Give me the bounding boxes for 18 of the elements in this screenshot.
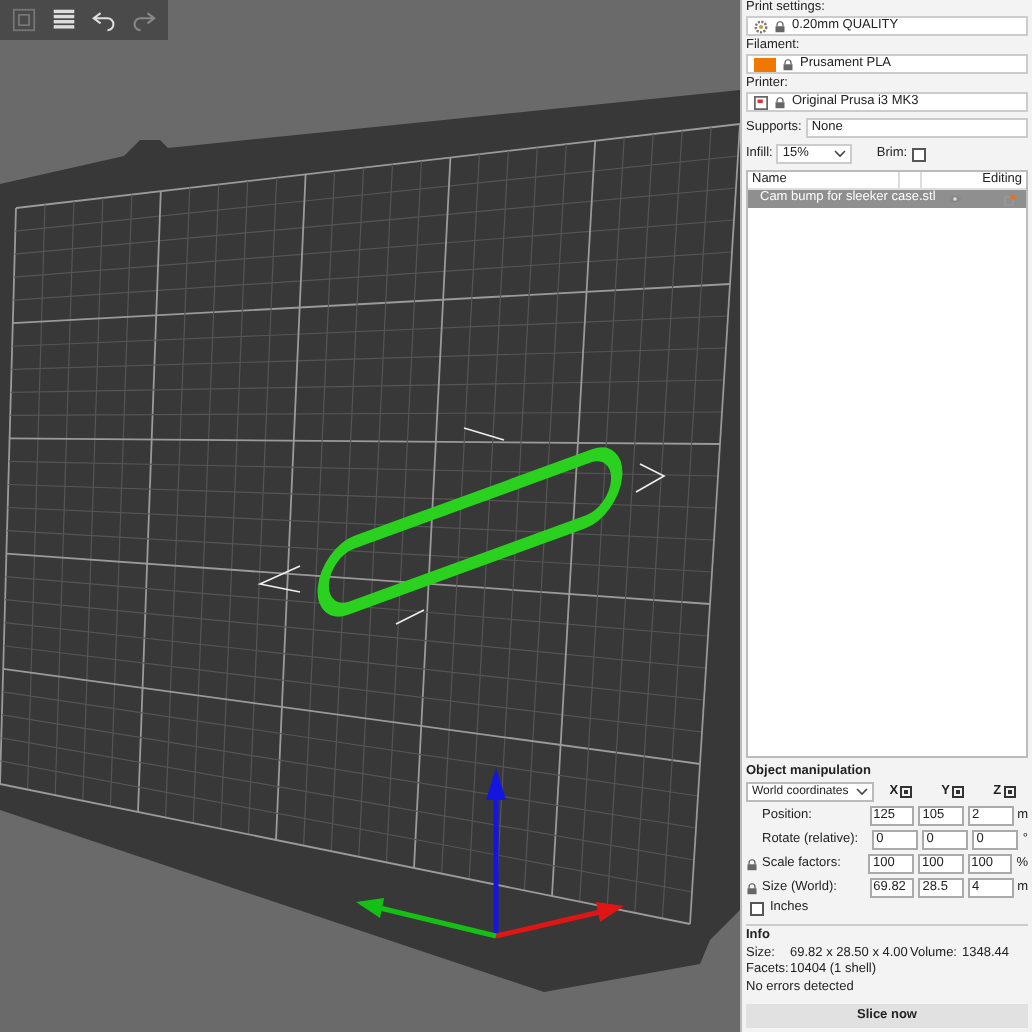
lock-icon — [774, 95, 786, 109]
gear-icon — [754, 19, 768, 33]
redo-icon[interactable] — [132, 8, 156, 32]
chevron-icon — [855, 788, 868, 796]
lock-icon[interactable] — [746, 857, 758, 871]
eye-icon[interactable] — [948, 194, 962, 204]
axis-icon — [1003, 786, 1016, 798]
lock-icon — [774, 19, 786, 33]
lock-icon — [782, 57, 794, 71]
undo-icon[interactable] — [92, 8, 116, 32]
brim-checkbox[interactable] — [911, 147, 926, 161]
inches-checkbox[interactable] — [750, 902, 764, 916]
axis-icon — [900, 786, 913, 798]
list-icon[interactable] — [52, 6, 76, 34]
printer-icon — [754, 95, 768, 109]
chevron-icon — [834, 150, 847, 158]
axis-icon — [951, 786, 964, 798]
lock-icon[interactable] — [746, 881, 758, 895]
